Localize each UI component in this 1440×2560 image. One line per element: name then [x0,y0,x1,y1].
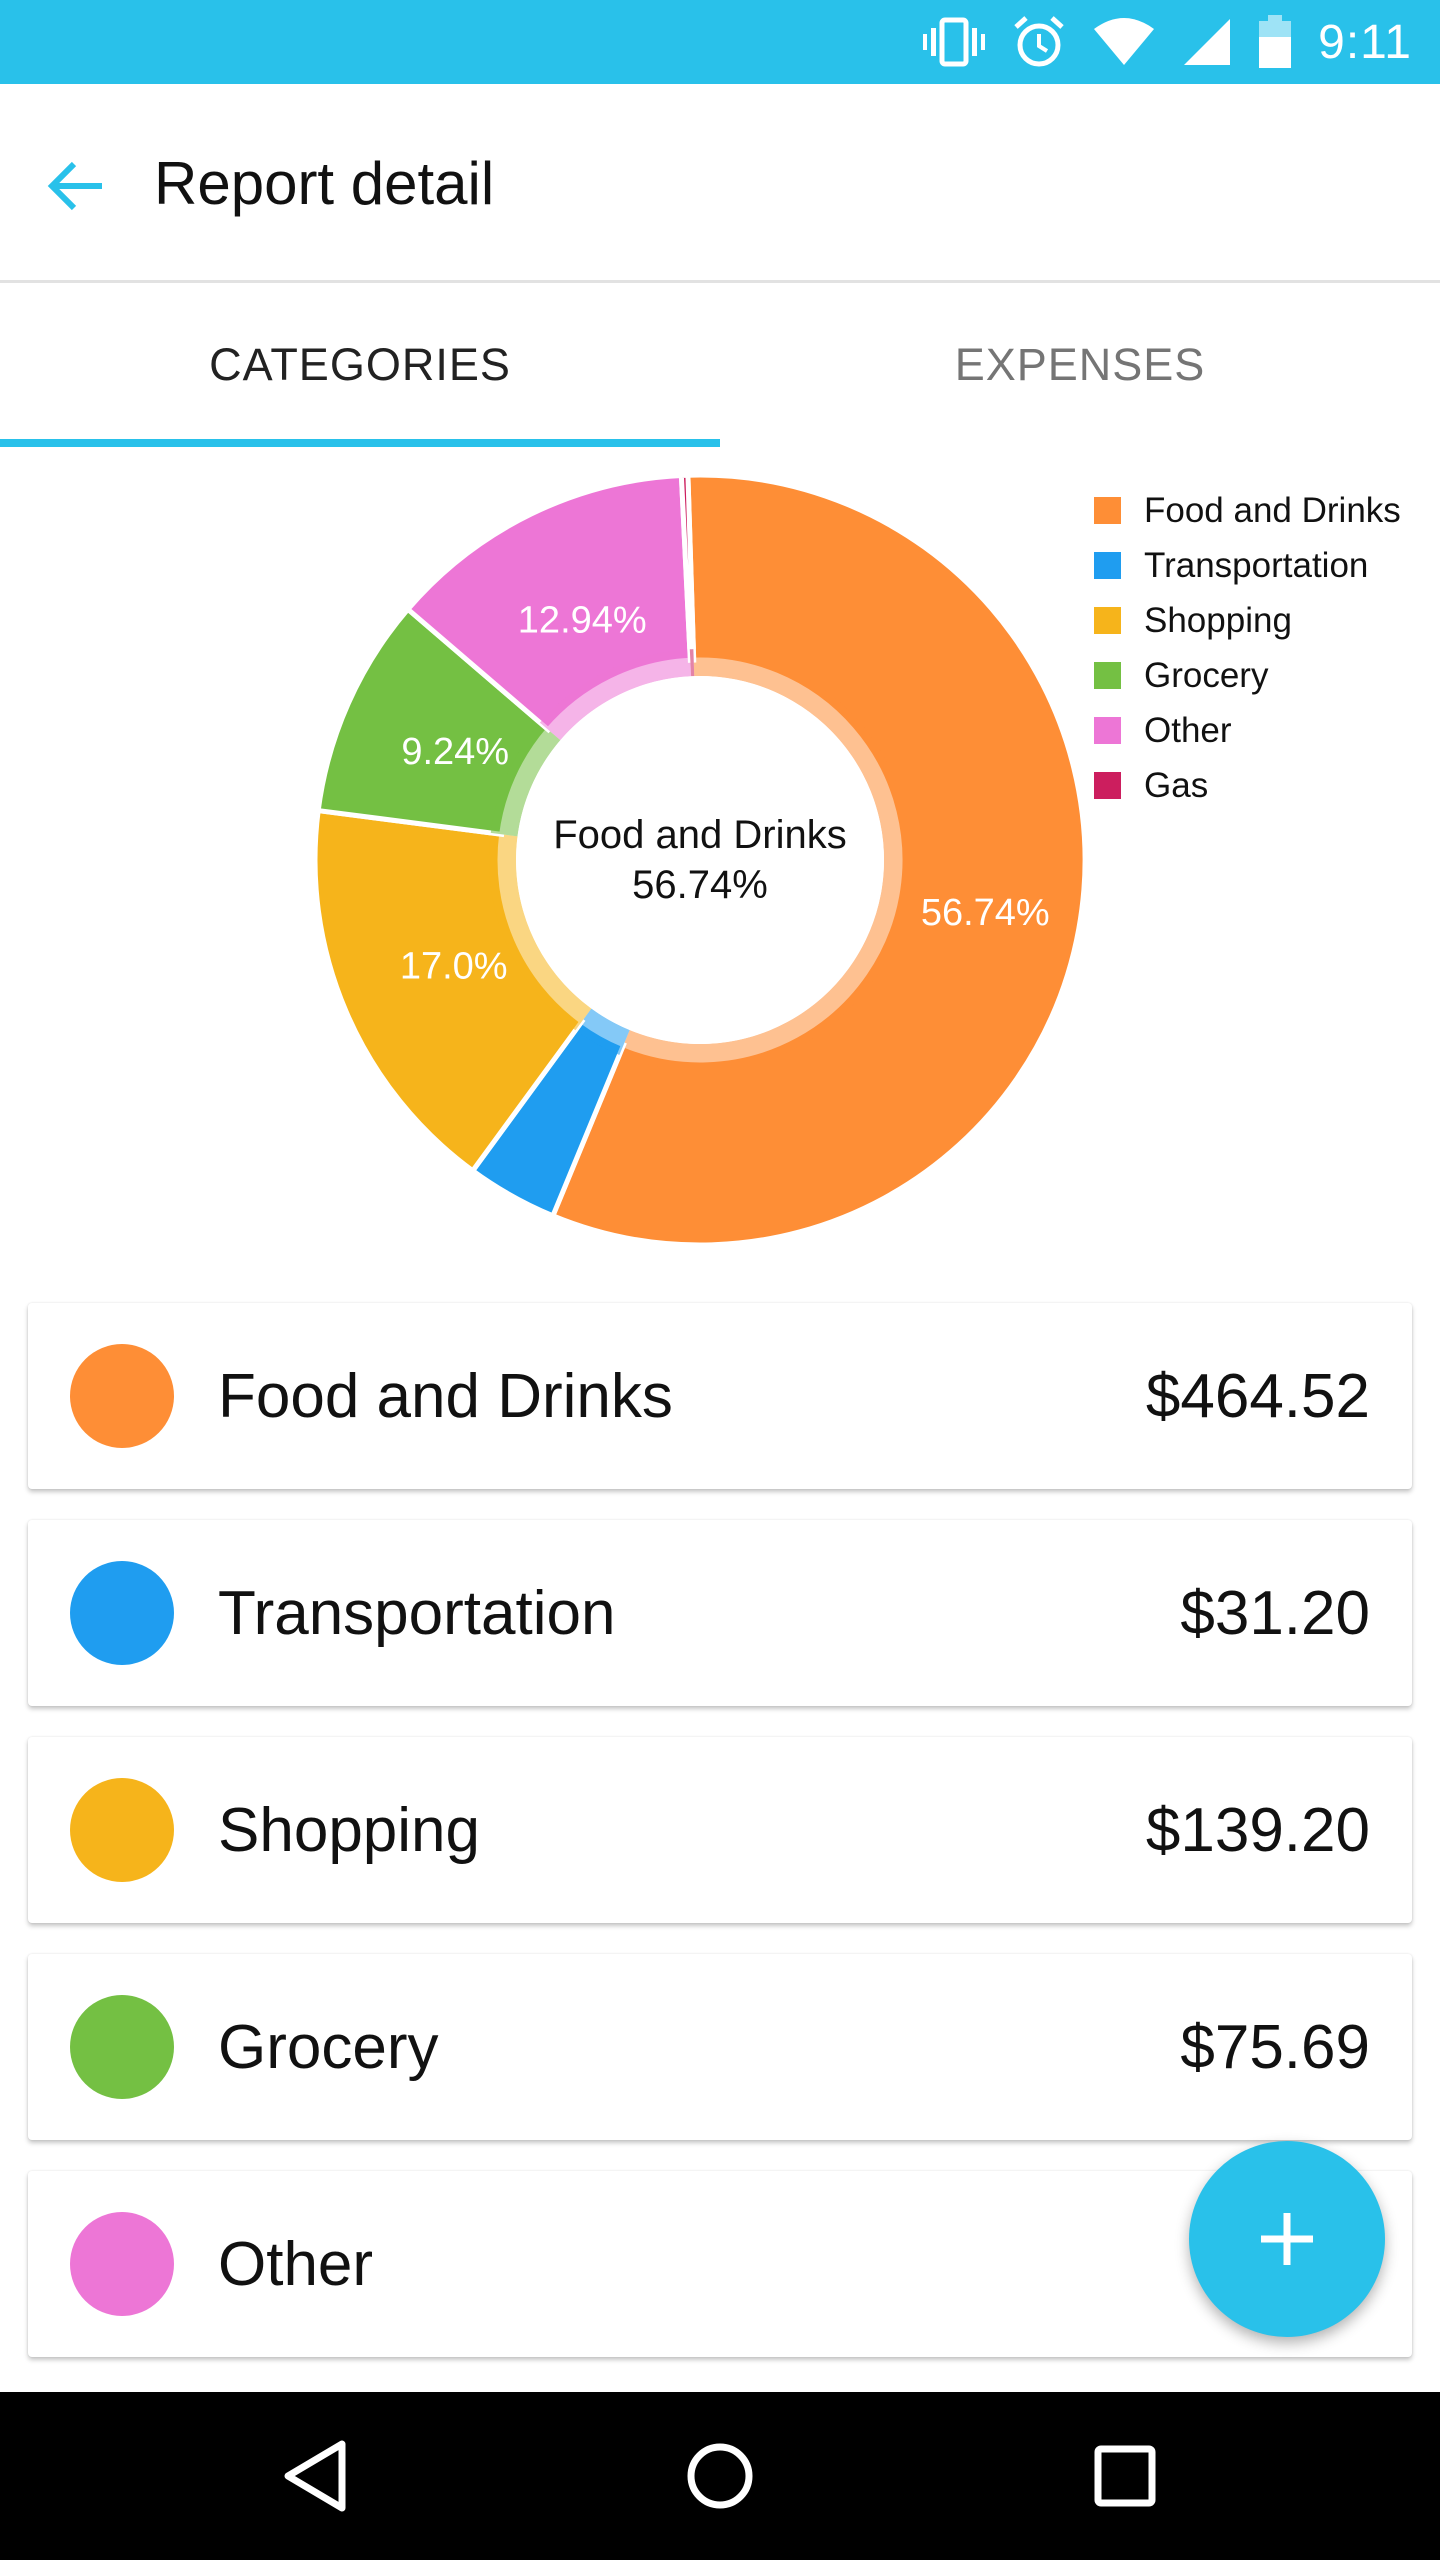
legend-label: Other [1144,710,1232,750]
category-name: Grocery [218,2012,439,2082]
legend-swatch [1094,717,1121,744]
category-name: Other [218,2229,374,2299]
legend-item: Shopping [1094,593,1401,648]
legend-swatch [1094,497,1121,524]
category-amount: $31.20 [1180,1578,1370,1648]
category-name: Transportation [218,1578,616,1648]
tab-categories[interactable]: CATEGORIES [0,283,720,447]
donut-chart[interactable]: 56.74% 17.0% 9.24% 12.94% Food and Drinks 5… [0,447,1440,1287]
home-circle-icon [687,2443,753,2509]
legend-item: Food and Drinks [1094,483,1401,538]
recents-square-icon [1094,2445,1156,2507]
category-name: Food and Drinks [218,1361,673,1431]
legend-label: Transportation [1144,545,1369,585]
category-card[interactable]: Food and Drinks $464.52 [28,1303,1412,1489]
alarm-icon [1012,15,1066,69]
pie-slice-label: 17.0% [400,946,508,988]
category-amount: $464.52 [1145,1361,1370,1431]
legend-item: Other [1094,703,1401,758]
pie-slice-label: 56.74% [921,892,1050,934]
chart-center-label: Food and Drinks 56.74% [500,810,900,910]
status-icons: 9:11 [922,0,1412,84]
tab-indicator [0,439,720,447]
system-nav-bar [0,2392,1440,2560]
category-color-dot [70,1344,174,1448]
center-label-value: 56.74% [632,863,768,907]
category-color-dot [70,1778,174,1882]
nav-home-button[interactable] [670,2426,770,2526]
legend-label: Grocery [1144,655,1269,695]
back-triangle-icon [284,2440,346,2512]
legend-item: Transportation [1094,538,1401,593]
legend-swatch [1094,552,1121,579]
tab-expenses[interactable]: EXPENSES [720,283,1440,447]
pie-slice-label: 9.24% [401,731,509,773]
plus-icon [1261,2213,1313,2265]
wifi-icon [1092,17,1156,67]
legend-item: Gas [1094,758,1401,813]
category-color-dot [70,1995,174,2099]
category-amount: $75.69 [1180,2012,1370,2082]
category-card[interactable]: Shopping $139.20 [28,1737,1412,1923]
legend-label: Gas [1144,765,1209,805]
status-time: 9:11 [1318,15,1412,69]
signal-icon [1182,17,1232,67]
chart-legend: Food and Drinks Transportation Shopping Gro… [1094,483,1401,813]
category-amount: $139.20 [1145,1795,1370,1865]
nav-back-button[interactable] [265,2426,365,2526]
category-card[interactable]: Grocery $75.69 [28,1954,1412,2140]
app-bar: Report detail [0,84,1440,283]
center-label-name: Food and Drinks [553,813,847,857]
battery-icon [1258,15,1292,69]
category-card[interactable]: Transportation $31.20 [28,1520,1412,1706]
pie-slice-label: 12.94% [518,599,647,641]
status-bar: 9:11 [0,0,1440,84]
legend-swatch [1094,607,1121,634]
back-button[interactable] [40,150,112,222]
legend-item: Grocery [1094,648,1401,703]
vibrate-icon [922,16,986,68]
add-button[interactable] [1189,2141,1385,2337]
category-color-dot [70,2212,174,2316]
legend-label: Shopping [1144,600,1292,640]
category-name: Shopping [218,1795,481,1865]
tab-bar: CATEGORIES EXPENSES [0,283,1440,447]
category-color-dot [70,1561,174,1665]
legend-swatch [1094,772,1121,799]
nav-recents-button[interactable] [1075,2426,1175,2526]
page-title: Report detail [154,150,495,217]
legend-label: Food and Drinks [1144,490,1401,530]
arrow-back-icon [47,161,102,211]
legend-swatch [1094,662,1121,689]
